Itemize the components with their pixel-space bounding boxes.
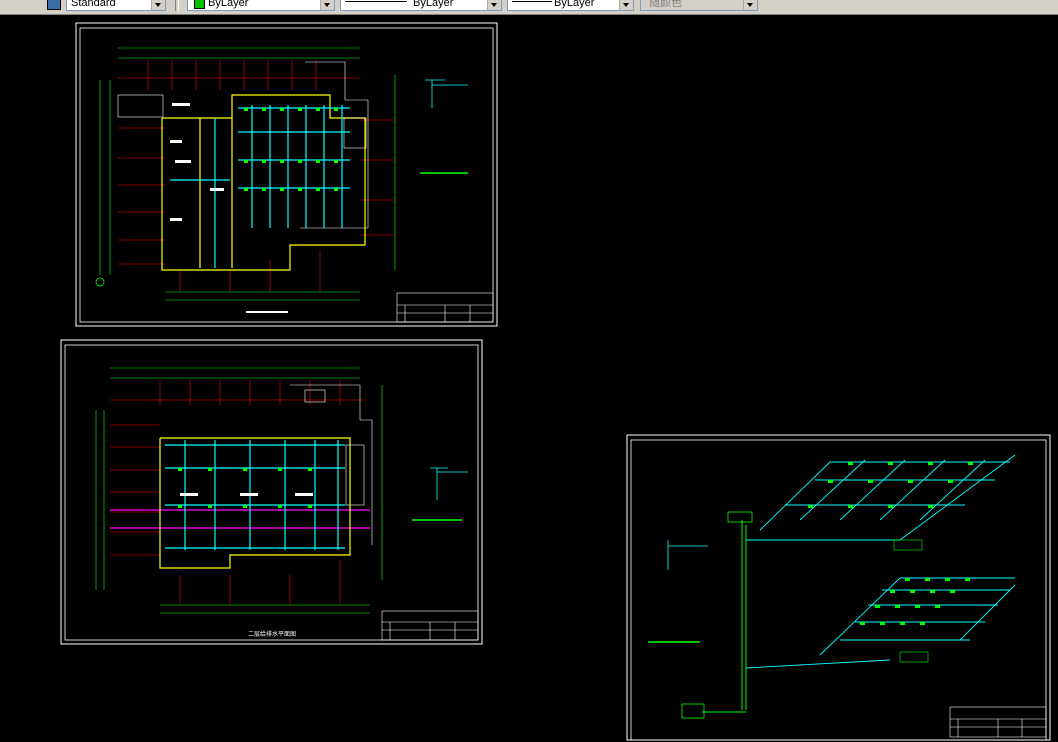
- note-box-lower: [899, 651, 929, 663]
- title-block: [396, 292, 494, 323]
- building-outline: [290, 384, 373, 545]
- linetype-value: ByLayer: [413, 0, 454, 9]
- text-style-icon[interactable]: [47, 0, 61, 10]
- tank-box: [727, 511, 753, 523]
- room-labels: [180, 493, 313, 496]
- plan-caption: 二层给排水平面图: [248, 630, 296, 638]
- building-outline: [117, 61, 369, 229]
- linetype-sample: [345, 1, 407, 2]
- lower-sprinkler-heads: [860, 578, 970, 625]
- pipe-network: [170, 105, 350, 268]
- sheet-floor-plan-1[interactable]: [75, 22, 498, 327]
- upper-sprinkler-heads: [808, 462, 973, 508]
- sprinkler-heads: [178, 468, 312, 508]
- drawing-canvas[interactable]: 二层给排水平面图: [0, 14, 1058, 742]
- axis-lines: [110, 380, 365, 605]
- chevron-down-icon[interactable]: [320, 0, 334, 10]
- sheet-border-outer: [75, 22, 498, 327]
- note-box-upper: [893, 539, 923, 551]
- properties-toolbar: Standard ByLayer ByLayer ByLayer 随颜色: [0, 0, 1058, 15]
- sheet-floor-plan-2[interactable]: 二层给排水平面图: [60, 339, 483, 645]
- pump-box: [681, 703, 705, 719]
- chevron-down-icon[interactable]: [487, 0, 501, 10]
- plot-style-value: 随颜色: [649, 0, 682, 9]
- chevron-down-icon[interactable]: [151, 0, 165, 10]
- color-value: ByLayer: [208, 0, 249, 9]
- text-style-value: Standard: [71, 0, 116, 9]
- riser-detail: [425, 79, 468, 108]
- title-block: [381, 610, 479, 641]
- lineweight-value: ByLayer: [554, 0, 595, 9]
- riser-detail: [430, 467, 468, 500]
- axis-grid: [99, 47, 396, 301]
- plot-style-dropdown[interactable]: 随颜色: [640, 0, 758, 11]
- sheet-border-inner: [79, 27, 494, 323]
- north-arrow: [95, 277, 105, 287]
- sheet-isometric-sprinkler[interactable]: [626, 434, 1051, 741]
- color-swatch: [194, 0, 205, 9]
- toolbar-separator: [175, 0, 179, 11]
- main-riser: [702, 520, 747, 713]
- text-style-dropdown[interactable]: Standard: [66, 0, 166, 11]
- color-dropdown[interactable]: ByLayer: [187, 0, 335, 11]
- plan-title-bar: [246, 311, 288, 313]
- building-walls: [161, 94, 366, 271]
- axis-grid: [95, 367, 383, 614]
- riser-detail: [667, 540, 708, 570]
- sheet-border-outer: [626, 434, 1051, 741]
- lineweight-dropdown[interactable]: ByLayer: [507, 0, 634, 11]
- room-labels: [170, 103, 224, 221]
- upper-branch-system: [746, 454, 1016, 541]
- sheet-border-inner: [64, 344, 479, 641]
- chevron-down-icon[interactable]: [619, 0, 633, 10]
- chevron-down-icon[interactable]: [743, 0, 757, 10]
- drain-lines: [110, 509, 370, 529]
- linetype-dropdown[interactable]: ByLayer: [340, 0, 502, 11]
- lineweight-sample: [512, 1, 552, 2]
- title-block: [949, 706, 1047, 738]
